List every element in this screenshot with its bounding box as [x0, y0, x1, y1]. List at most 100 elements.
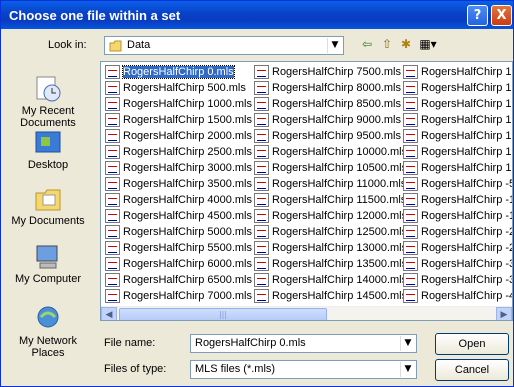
- file-item[interactable]: RogersHalfChirp 1500.mls: [105, 113, 252, 127]
- file-item-label: RogersHalfChirp 14500.mls: [272, 290, 408, 302]
- file-item[interactable]: RogersHalfChirp 13000.mls: [254, 241, 407, 255]
- file-item[interactable]: RogersHalfChirp 1500: [403, 65, 512, 79]
- chevron-down-icon[interactable]: ▼: [400, 362, 415, 377]
- place-my-network-places[interactable]: My Network Places: [4, 305, 92, 359]
- file-item[interactable]: RogersHalfChirp -150: [403, 209, 512, 223]
- file-item[interactable]: RogersHalfChirp 10500.mls: [254, 161, 407, 175]
- file-item[interactable]: RogersHalfChirp 11500.mls: [254, 193, 406, 207]
- mls-file-icon: [105, 193, 120, 207]
- file-item[interactable]: RogersHalfChirp 8000.mls: [254, 81, 401, 95]
- place-label: My Network Places: [18, 335, 78, 359]
- file-item[interactable]: RogersHalfChirp -400: [403, 289, 512, 303]
- file-item-label: RogersHalfChirp -100: [421, 194, 512, 206]
- place-desktop[interactable]: Desktop: [4, 129, 92, 171]
- cancel-button[interactable]: Cancel: [435, 359, 509, 381]
- file-item[interactable]: RogersHalfChirp 1700: [403, 129, 512, 143]
- file-item[interactable]: RogersHalfChirp -200: [403, 225, 512, 239]
- mls-file-icon: [403, 65, 418, 79]
- file-item-label: RogersHalfChirp 1600: [421, 98, 512, 110]
- file-item[interactable]: RogersHalfChirp 2500.mls: [105, 145, 252, 159]
- new-folder-icon[interactable]: ✱: [397, 36, 415, 52]
- file-item[interactable]: RogersHalfChirp 1750: [403, 145, 512, 159]
- file-item[interactable]: RogersHalfChirp 8500.mls: [254, 97, 401, 111]
- file-dialog: Choose one file within a set ? X Look in…: [0, 0, 514, 387]
- file-item[interactable]: RogersHalfChirp 10000.mls: [254, 145, 407, 159]
- file-item[interactable]: RogersHalfChirp 1650: [403, 113, 512, 127]
- file-item[interactable]: RogersHalfChirp 14500.mls: [254, 289, 407, 303]
- file-item[interactable]: RogersHalfChirp 2000.mls: [105, 129, 252, 143]
- file-item[interactable]: RogersHalfChirp -500: [403, 177, 512, 191]
- place-my-documents[interactable]: My Documents: [4, 185, 92, 227]
- file-type-value: MLS files (*.mls): [195, 363, 276, 375]
- file-item[interactable]: RogersHalfChirp 7500.mls: [254, 65, 401, 79]
- mls-file-icon: [254, 241, 269, 255]
- open-button[interactable]: Open: [435, 333, 509, 355]
- file-list[interactable]: RogersHalfChirp 0.mls RogersHalfChirp 500…: [100, 61, 513, 321]
- my-computer-icon: [36, 245, 58, 269]
- horizontal-scrollbar[interactable]: ◀ ||| ▶: [101, 306, 512, 320]
- file-item[interactable]: RogersHalfChirp 5500.mls: [105, 241, 252, 255]
- file-name-label: File name:: [104, 337, 156, 349]
- place-my-computer[interactable]: My Computer: [4, 243, 92, 285]
- file-item-label: RogersHalfChirp 8500.mls: [272, 98, 401, 110]
- file-item[interactable]: RogersHalfChirp 13500.mls: [254, 257, 407, 271]
- file-item[interactable]: RogersHalfChirp -300: [403, 257, 512, 271]
- file-item-label: RogersHalfChirp 13000.mls: [272, 242, 408, 254]
- mls-file-icon: [105, 241, 120, 255]
- back-icon[interactable]: ⇦: [358, 36, 376, 52]
- file-item[interactable]: RogersHalfChirp 1800: [403, 161, 512, 175]
- file-item-label: RogersHalfChirp 10000.mls: [272, 146, 408, 158]
- file-item-label: RogersHalfChirp -200: [421, 226, 512, 238]
- scroll-right-icon[interactable]: ▶: [496, 307, 512, 320]
- file-item[interactable]: RogersHalfChirp 3000.mls: [105, 161, 252, 175]
- title-bar[interactable]: Choose one file within a set ? X: [1, 1, 513, 29]
- mls-file-icon: [403, 81, 418, 95]
- mls-file-icon: [254, 225, 269, 239]
- place-my-recent-documents[interactable]: My Recent Documents: [4, 75, 92, 129]
- file-item[interactable]: RogersHalfChirp 9500.mls: [254, 129, 401, 143]
- file-item[interactable]: RogersHalfChirp -250: [403, 241, 512, 255]
- file-item[interactable]: RogersHalfChirp 9000.mls: [254, 113, 401, 127]
- file-item[interactable]: RogersHalfChirp -100: [403, 193, 512, 207]
- chevron-down-icon[interactable]: ▼: [327, 38, 342, 53]
- file-item[interactable]: RogersHalfChirp 6000.mls: [105, 257, 252, 271]
- file-type-select[interactable]: MLS files (*.mls) ▼: [190, 360, 417, 379]
- scroll-left-icon[interactable]: ◀: [101, 307, 117, 320]
- mls-file-icon: [105, 209, 120, 223]
- mls-file-icon: [105, 273, 120, 287]
- file-item-label: RogersHalfChirp 4000.mls: [123, 194, 252, 206]
- file-item-label: RogersHalfChirp 3500.mls: [123, 178, 252, 190]
- file-item[interactable]: RogersHalfChirp 1600: [403, 97, 512, 111]
- mls-file-icon: [254, 113, 269, 127]
- file-item-label: RogersHalfChirp 5500.mls: [123, 242, 252, 254]
- file-item[interactable]: RogersHalfChirp 3500.mls: [105, 177, 252, 191]
- desktop-icon: [35, 131, 61, 153]
- file-item[interactable]: RogersHalfChirp 12500.mls: [254, 225, 407, 239]
- file-item[interactable]: RogersHalfChirp 5000.mls: [105, 225, 252, 239]
- file-item[interactable]: RogersHalfChirp 6500.mls: [105, 273, 252, 287]
- up-folder-icon[interactable]: ⇧: [378, 36, 396, 52]
- scroll-thumb[interactable]: |||: [119, 308, 327, 320]
- chevron-down-icon[interactable]: ▼: [400, 336, 415, 351]
- file-item[interactable]: RogersHalfChirp 12000.mls: [254, 209, 407, 223]
- look-in-combo[interactable]: Data ▼: [104, 36, 344, 55]
- help-button[interactable]: ?: [467, 5, 488, 26]
- mls-file-icon: [254, 193, 269, 207]
- file-item[interactable]: RogersHalfChirp 7000.mls: [105, 289, 252, 303]
- file-item[interactable]: RogersHalfChirp 1550: [403, 81, 512, 95]
- file-item[interactable]: RogersHalfChirp 4500.mls: [105, 209, 252, 223]
- file-item-label: RogersHalfChirp 7500.mls: [272, 66, 401, 78]
- folder-icon: [109, 40, 122, 52]
- file-name-input[interactable]: RogersHalfChirp 0.mls ▼: [190, 334, 417, 353]
- mls-file-icon: [105, 65, 120, 79]
- file-item[interactable]: RogersHalfChirp 1000.mls: [105, 97, 252, 111]
- file-item[interactable]: RogersHalfChirp 4000.mls: [105, 193, 252, 207]
- file-item-label: RogersHalfChirp 1500: [421, 66, 512, 78]
- view-menu-icon[interactable]: ▦▾: [417, 36, 439, 52]
- file-item[interactable]: RogersHalfChirp 500.mls: [105, 81, 246, 95]
- close-button[interactable]: X: [491, 5, 512, 26]
- file-item[interactable]: RogersHalfChirp 0.mls: [105, 65, 235, 79]
- file-item[interactable]: RogersHalfChirp 14000.mls: [254, 273, 407, 287]
- file-item[interactable]: RogersHalfChirp -350: [403, 273, 512, 287]
- file-item[interactable]: RogersHalfChirp 11000.mls: [254, 177, 406, 191]
